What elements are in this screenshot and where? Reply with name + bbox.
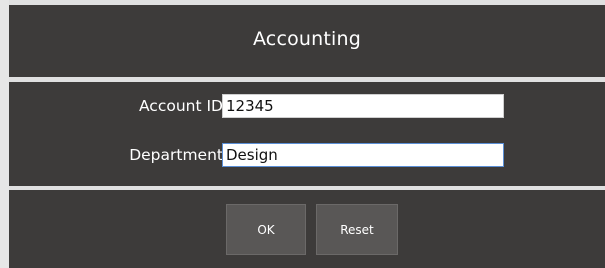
dialog-footer: OK Reset	[9, 190, 605, 268]
dialog-title: Accounting	[252, 28, 362, 50]
department-label: Department	[129, 146, 223, 164]
account-id-label: Account ID	[138, 97, 223, 115]
reset-button[interactable]: Reset	[316, 204, 398, 255]
accounting-dialog: Accounting Account ID Department OK Rese…	[9, 0, 605, 268]
form-section: Account ID Department	[9, 82, 605, 186]
account-id-input[interactable]	[222, 94, 504, 118]
department-row: Department	[9, 143, 605, 169]
account-id-row: Account ID	[9, 94, 605, 120]
ok-button[interactable]: OK	[226, 204, 306, 255]
department-input[interactable]	[222, 143, 504, 167]
dialog-header: Accounting	[9, 5, 605, 77]
